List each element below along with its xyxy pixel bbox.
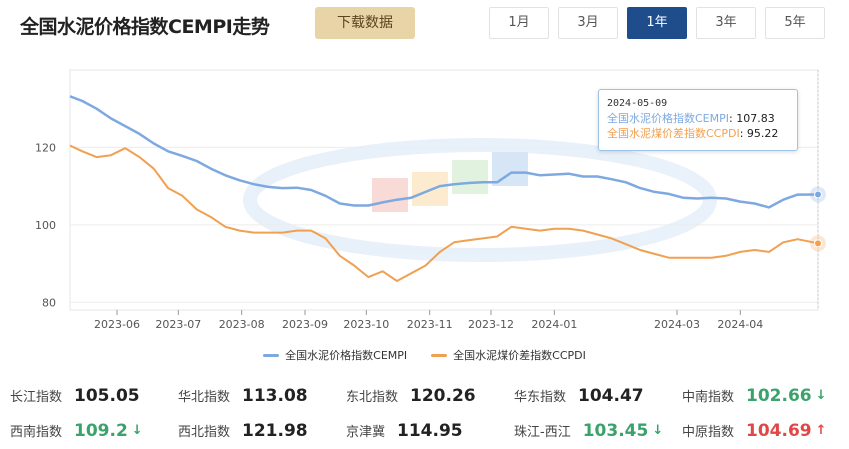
y-axis: 80 100 120 [35, 141, 56, 309]
index-item[interactable]: 华东指数 104.47 [504, 386, 672, 406]
tooltip-value-cempi: 107.83 [736, 112, 775, 125]
index-value: 104.69 [746, 420, 812, 441]
arrow-down-icon: ↓ [652, 423, 664, 438]
index-value: 120.26 [410, 385, 476, 406]
y-tick-label: 80 [42, 296, 56, 309]
x-tick-label: 2024-03 [654, 318, 700, 331]
index-item[interactable]: 中原指数 104.69 ↑ [672, 421, 840, 441]
index-name: 东北指数 [346, 390, 399, 405]
index-value: 105.05 [74, 385, 140, 406]
x-tick-label: 2023-12 [468, 318, 514, 331]
index-name: 珠江-西江 [514, 425, 571, 440]
arrow-down-icon: ↓ [131, 423, 143, 438]
index-item[interactable]: 珠江-西江 103.45 ↓ [504, 421, 672, 441]
x-tick-label: 2023-07 [155, 318, 201, 331]
x-tick-label: 2024-01 [531, 318, 577, 331]
index-item[interactable]: 中南指数 102.66 ↓ [672, 386, 840, 406]
download-data-button[interactable]: 下载数据 [315, 7, 415, 39]
tooltip-date: 2024-05-09 [607, 98, 668, 109]
range-5y-button[interactable]: 5年 [765, 7, 825, 39]
x-axis: 2023-06 2023-07 2023-08 2023-09 2023-10 2023-… [94, 310, 763, 331]
tooltip-row-ccpdi: 全国水泥煤价差指数CCPDI: 95.22 [607, 127, 779, 140]
range-selector: 1月 3月 1年 3年 5年 [489, 7, 834, 39]
index-value: 104.47 [578, 385, 644, 406]
index-value: 114.95 [397, 420, 463, 441]
range-3m-button[interactable]: 3月 [558, 7, 618, 39]
index-value: 121.98 [242, 420, 308, 441]
legend-label-ccpdi: 全国水泥煤价差指数CCPDI [453, 349, 586, 362]
x-tick-label: 2023-08 [219, 318, 265, 331]
indices-row: 长江指数 105.05 华北指数 113.08 东北指数 120.26 华东指数 104… [0, 378, 849, 413]
index-name: 华北指数 [178, 390, 231, 405]
range-1m-button[interactable]: 1月 [489, 7, 549, 39]
index-name: 西北指数 [178, 425, 231, 440]
index-item[interactable]: 西南指数 109.2 ↓ [0, 421, 168, 441]
x-tick-label: 2023-09 [282, 318, 328, 331]
index-value: 109.2 [74, 420, 128, 441]
index-item[interactable]: 东北指数 120.26 [336, 386, 504, 406]
range-3y-button[interactable]: 3年 [696, 7, 756, 39]
tooltip-label-ccpdi: 全国水泥煤价差指数CCPDI [607, 127, 740, 140]
index-item[interactable]: 京津冀 114.95 [336, 421, 504, 441]
legend-label-cempi: 全国水泥价格指数CEMPI [285, 349, 408, 362]
tooltip-label-cempi: 全国水泥价格指数CEMPI [607, 112, 729, 125]
index-item[interactable]: 西北指数 121.98 [168, 421, 336, 441]
index-value: 113.08 [242, 385, 308, 406]
range-1y-button[interactable]: 1年 [627, 7, 687, 39]
x-tick-label: 2023-06 [94, 318, 140, 331]
arrow-down-icon: ↓ [815, 388, 827, 403]
arrow-up-icon: ↑ [815, 423, 827, 438]
x-tick-label: 2023-11 [407, 318, 453, 331]
x-tick-label: 2023-10 [343, 318, 389, 331]
y-tick-label: 120 [35, 141, 56, 154]
index-name: 长江指数 [10, 390, 63, 405]
regional-indices: 长江指数 105.05 华北指数 113.08 东北指数 120.26 华东指数 104… [0, 378, 849, 448]
tooltip-row-cempi: 全国水泥价格指数CEMPI: 107.83 [607, 112, 775, 125]
legend-swatch-ccpdi [431, 353, 448, 357]
x-tick-label: 2024-04 [717, 318, 763, 331]
legend-item-cempi[interactable]: 全国水泥价格指数CEMPI [263, 347, 407, 363]
index-item[interactable]: 华北指数 113.08 [168, 386, 336, 406]
tooltip-value-ccpdi: 95.22 [746, 127, 779, 140]
index-value: 103.45 [582, 420, 649, 441]
chart-legend: 全国水泥价格指数CEMPI 全国水泥煤价差指数CCPDI [0, 347, 849, 363]
index-name: 华东指数 [514, 390, 567, 405]
index-item[interactable]: 长江指数 105.05 [0, 386, 168, 406]
index-value: 102.66 [746, 385, 812, 406]
index-name: 中原指数 [682, 425, 735, 440]
hover-marker-point [814, 239, 822, 248]
chart-tooltip: 2024-05-09 全国水泥价格指数CEMPI: 107.83 全国水泥煤价差… [598, 89, 798, 151]
index-name: 京津冀 [346, 425, 386, 440]
indices-row: 西南指数 109.2 ↓ 西北指数 121.98 京津冀 114.95 珠江-西江 103… [0, 413, 849, 448]
legend-swatch-cempi [263, 353, 280, 357]
index-name: 西南指数 [10, 425, 63, 440]
y-tick-label: 100 [35, 219, 56, 232]
index-name: 中南指数 [682, 390, 735, 405]
hover-marker-point [814, 190, 822, 199]
page-title: 全国水泥价格指数CEMPI走势 [20, 16, 270, 38]
legend-item-ccpdi[interactable]: 全国水泥煤价差指数CCPDI [431, 347, 586, 363]
